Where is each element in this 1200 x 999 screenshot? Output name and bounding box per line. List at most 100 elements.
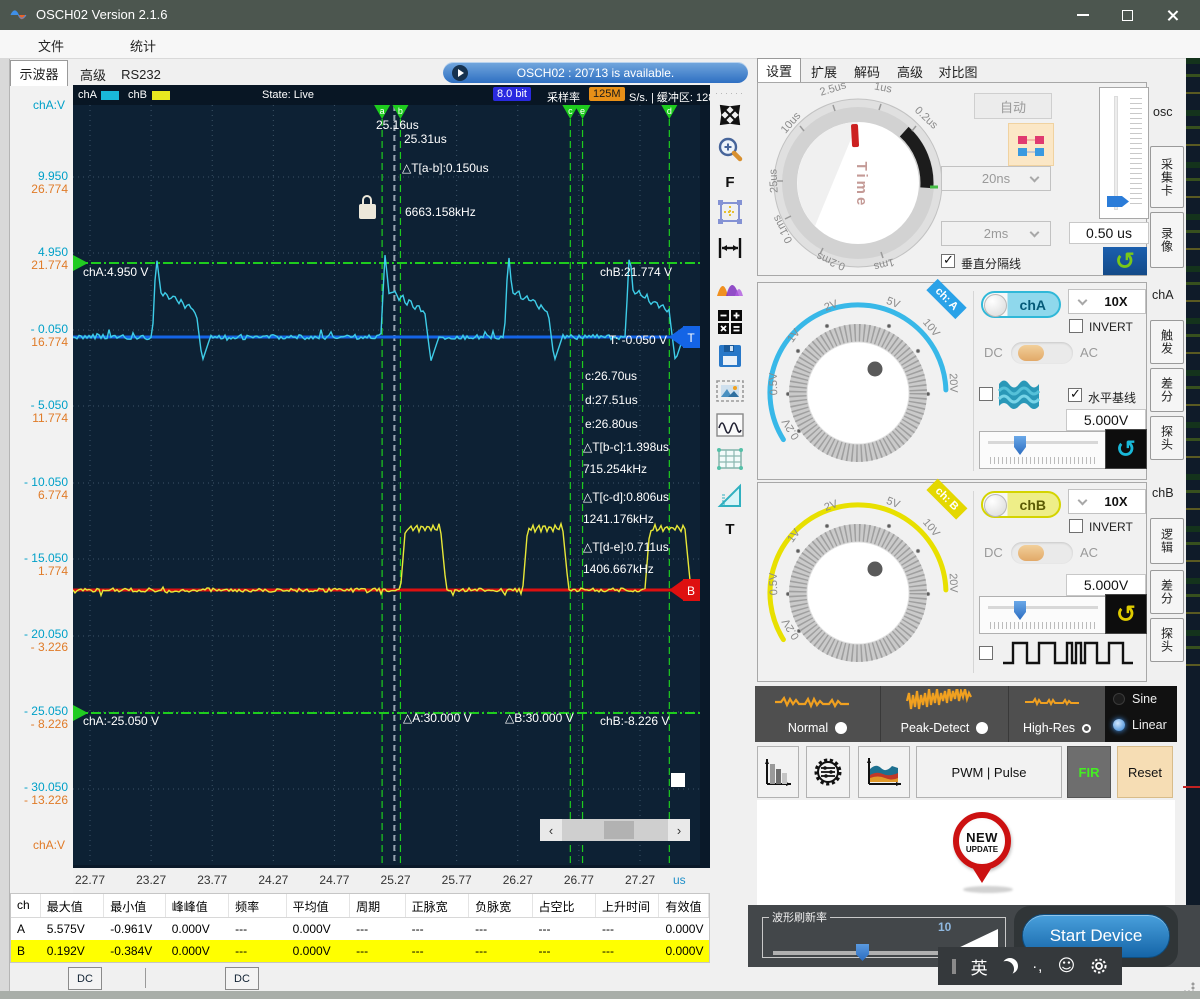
cha-enable-toggle[interactable]: chA — [981, 291, 1061, 318]
scroll-right-button[interactable]: › — [668, 819, 690, 841]
time-reset-button[interactable]: ↺ — [1103, 247, 1147, 275]
tab-compare[interactable]: 对比图 — [932, 61, 984, 82]
table-row-chb[interactable]: B0.192V-0.384V0.000V---0.000V-----------… — [11, 940, 709, 962]
mode-peak-radio[interactable] — [976, 722, 988, 734]
linear-radio[interactable] — [1113, 719, 1125, 731]
cha-coupling-toggle[interactable] — [1011, 342, 1073, 364]
fft-button[interactable]: F — [710, 174, 750, 191]
side-tab-capture-card[interactable]: 采集卡 — [1150, 146, 1184, 208]
menu-statistics[interactable]: 统计 — [130, 36, 156, 55]
side-tab-probe-b[interactable]: 探头 — [1150, 618, 1184, 662]
scroll-track[interactable] — [562, 819, 668, 841]
menu-file[interactable]: 文件 — [38, 36, 64, 55]
side-tab-chb[interactable]: chB — [1152, 486, 1174, 500]
zoom-button[interactable] — [710, 136, 750, 164]
lock-icon[interactable] — [359, 195, 377, 221]
slider-handle[interactable] — [1107, 196, 1129, 207]
chb-reset-button[interactable]: ↺ — [1105, 594, 1147, 634]
slider-handle[interactable] — [1014, 601, 1026, 620]
auto-button[interactable]: 自动 — [974, 93, 1052, 119]
cha-wave-checkbox[interactable] — [979, 387, 993, 401]
minimize-button[interactable] — [1060, 0, 1105, 30]
crop-frame-button[interactable] — [710, 198, 750, 226]
toolbar-handle[interactable] — [952, 959, 956, 974]
histogram-tool-button[interactable] — [757, 746, 799, 798]
punctuation-icon[interactable]: ·, — [1032, 958, 1043, 975]
emoji-icon[interactable]: ☺ — [1058, 956, 1076, 976]
tab-settings[interactable]: 设置 — [757, 58, 801, 82]
drag-handle[interactable]: ······ — [710, 88, 750, 98]
reset-button[interactable]: Reset — [1117, 746, 1173, 798]
moon-icon[interactable] — [1002, 958, 1018, 974]
histogram-view-button[interactable] — [710, 272, 750, 298]
layout-grid-button[interactable] — [1008, 123, 1054, 166]
chb-coupling-toggle[interactable] — [1011, 542, 1073, 564]
filter-settings-button[interactable] — [806, 746, 850, 798]
close-button[interactable] — [1150, 0, 1195, 30]
side-tab-probe-a[interactable]: 探头 — [1150, 416, 1184, 460]
tab-rs232[interactable]: RS232 — [116, 63, 166, 85]
side-tab-cha[interactable]: chA — [1152, 288, 1174, 302]
plot-scrollbar[interactable]: ‹ › — [540, 819, 690, 841]
cha-hbaseline-checkbox[interactable] — [1068, 388, 1082, 402]
mode-peak-detect[interactable]: Peak-Detect — [880, 686, 1008, 742]
save-button[interactable] — [710, 342, 750, 370]
side-tab-osc[interactable]: osc — [1153, 105, 1172, 119]
slider-handle[interactable] — [1014, 436, 1026, 455]
sine-radio[interactable] — [1113, 693, 1125, 705]
plot-corner-handle[interactable] — [671, 773, 685, 787]
measure-width-button[interactable] — [710, 236, 750, 260]
ruler-button[interactable] — [710, 481, 750, 511]
mode-high-res[interactable]: High-Res — [1008, 686, 1105, 742]
tab-oscilloscope[interactable]: 示波器 — [10, 60, 68, 86]
cha-offset-slider[interactable] — [979, 431, 1107, 469]
scroll-thumb[interactable] — [604, 821, 634, 839]
tab-advanced[interactable]: 高级 — [72, 63, 114, 85]
data-table-button[interactable] — [710, 446, 750, 472]
mode-high-res-radio[interactable] — [1082, 724, 1091, 733]
maximize-button[interactable] — [1105, 0, 1150, 30]
math-operations-button[interactable] — [710, 308, 750, 336]
tab-decode[interactable]: 解码 — [846, 61, 888, 82]
interp-sine[interactable]: Sine — [1113, 692, 1157, 706]
chb-invert-checkbox[interactable] — [1069, 519, 1083, 533]
cha-invert-checkbox[interactable] — [1069, 319, 1083, 333]
chb-probe-dropdown[interactable]: 10X — [1068, 489, 1146, 514]
side-tab-logic[interactable]: 逻辑 — [1150, 518, 1184, 564]
coarse-timebase-dropdown[interactable]: 2ms — [941, 221, 1051, 246]
gear-icon[interactable] — [1090, 957, 1108, 975]
chb-color-swatch[interactable] — [152, 91, 170, 100]
spectrum-view-button[interactable] — [858, 746, 910, 798]
cha-coupling-button[interactable]: DC — [68, 967, 102, 990]
side-tab-diff-b[interactable]: 差分 — [1150, 570, 1184, 614]
cha-reset-button[interactable]: ↺ — [1105, 429, 1147, 469]
tab-advanced-right[interactable]: 高级 — [889, 61, 931, 82]
expand-button[interactable] — [710, 102, 750, 128]
plot-area[interactable]: abcedTB 25.16us 25.31us △T[a-b]:0.150us … — [73, 105, 700, 865]
device-status-pill[interactable]: OSCH02 : 20713 is available. — [443, 62, 748, 83]
mode-normal[interactable]: Normal — [755, 686, 880, 742]
side-tab-trigger[interactable]: 触发 — [1150, 320, 1184, 364]
table-row-cha[interactable]: A5.575V-0.961V0.000V---0.000V-----------… — [11, 918, 709, 940]
interp-linear[interactable]: Linear — [1113, 718, 1167, 732]
time-window-slider[interactable] — [1099, 87, 1149, 219]
ime-language-button[interactable]: 英 — [971, 954, 988, 979]
chb-pulse-checkbox[interactable] — [979, 646, 993, 660]
cha-probe-dropdown[interactable]: 10X — [1068, 289, 1146, 314]
chb-enable-toggle[interactable]: chB — [981, 491, 1061, 518]
side-tab-diff-a[interactable]: 差分 — [1150, 368, 1184, 412]
mode-normal-radio[interactable] — [835, 722, 847, 734]
side-tab-record[interactable]: 录像 — [1150, 212, 1184, 268]
table-header-row[interactable]: ch最大值最小值峰峰值频率平均值周期正脉宽负脉宽占空比上升时间有效值 — [11, 894, 709, 918]
vertical-separator-checkbox[interactable] — [941, 254, 955, 268]
fir-button[interactable]: FIR — [1067, 746, 1111, 798]
fine-timebase-dropdown[interactable]: 20ns — [941, 166, 1051, 191]
cha-color-swatch[interactable] — [101, 91, 119, 100]
waveform-window-button[interactable] — [710, 412, 750, 438]
refresh-slider-handle[interactable] — [856, 944, 869, 961]
tab-extension[interactable]: 扩展 — [803, 61, 845, 82]
new-update-badge[interactable]: NEW UPDATE — [953, 812, 1011, 870]
chb-coupling-button[interactable]: DC — [225, 967, 259, 990]
chb-offset-slider[interactable] — [979, 596, 1107, 634]
scroll-left-button[interactable]: ‹ — [540, 819, 562, 841]
